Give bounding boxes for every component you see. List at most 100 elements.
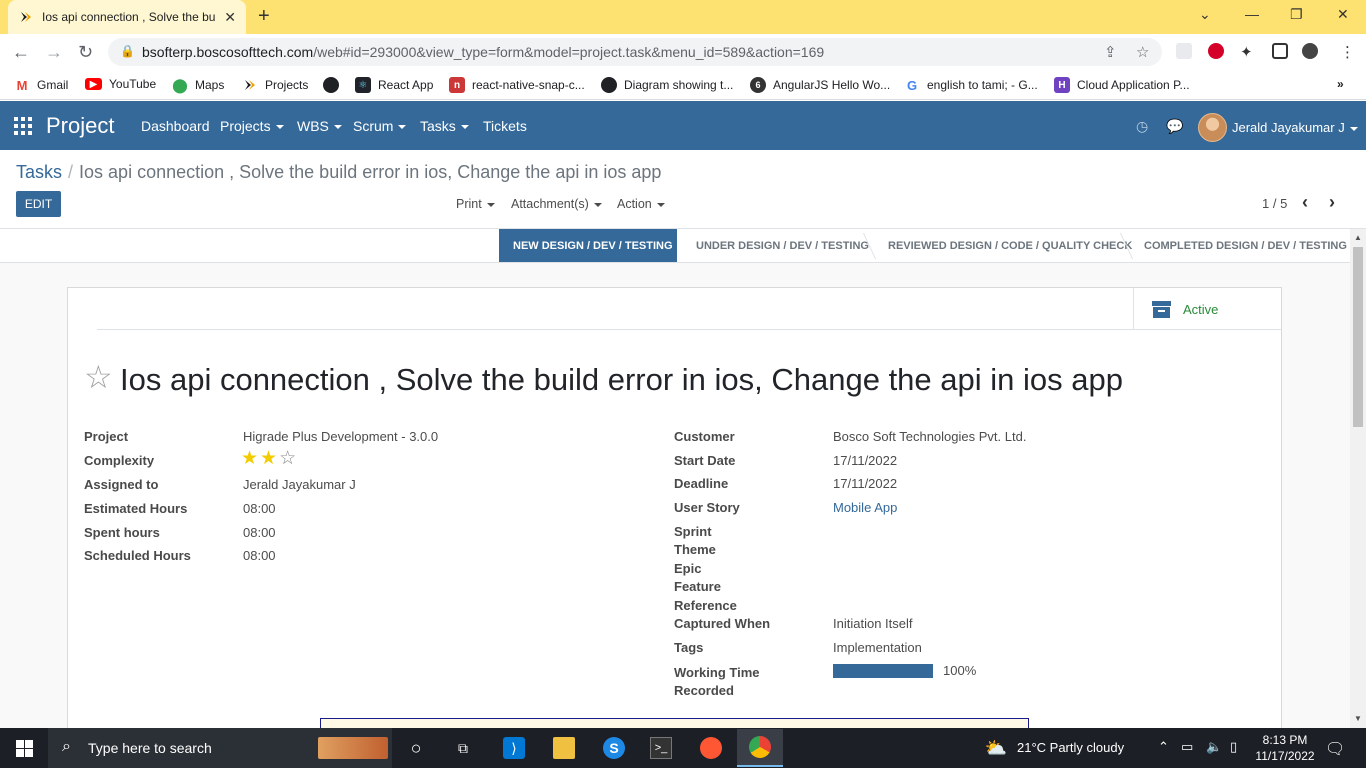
pager-previous-icon[interactable]: ‹ (1302, 192, 1308, 213)
bookmark-label: Projects (265, 78, 309, 92)
breadcrumb-separator: / (68, 162, 74, 182)
bookmark-diagram[interactable]: Diagram showing t... (601, 77, 733, 93)
working-time-percent: 100% (943, 663, 977, 678)
tray-chevron-icon[interactable]: ⌃ (1158, 739, 1169, 755)
pager-value[interactable]: 1 / 5 (1262, 196, 1287, 211)
theme-label: Theme (674, 542, 716, 557)
reload-icon[interactable]: ↻ (78, 42, 93, 63)
action-label: Action (617, 197, 652, 211)
address-bar[interactable]: 🔒 bsofterp.boscosofttech.com/web#id=2930… (108, 38, 1162, 66)
pager-next-icon[interactable]: › (1329, 192, 1335, 213)
bookmark-star-icon[interactable]: ☆ (1136, 43, 1149, 61)
print-dropdown[interactable]: Print (456, 197, 495, 211)
bookmark-react-app[interactable]: ⚛ React App (355, 77, 433, 93)
menu-dashboard[interactable]: Dashboard (141, 118, 210, 134)
odoo-favicon-icon (18, 9, 34, 25)
scroll-thumb[interactable] (1353, 247, 1363, 427)
menu-projects[interactable]: Projects (220, 118, 284, 134)
network-icon[interactable]: ▭ (1181, 739, 1193, 755)
control-panel: Tasks / Ios api connection , Solve the bui… (0, 150, 1366, 229)
menu-scrum[interactable]: Scrum (353, 118, 407, 134)
extensions-puzzle-icon[interactable]: ✦ (1240, 43, 1253, 61)
stage-completed-design[interactable]: COMPLETED DESIGN / DEV / TESTING (1144, 229, 1347, 262)
share-icon[interactable]: ⇪ (1104, 43, 1117, 61)
stage-under-design[interactable]: UNDER DESIGN / DEV / TESTING (696, 229, 869, 262)
bookmark-react-native-snap[interactable]: n react-native-snap-c... (449, 77, 585, 93)
task-view-icon[interactable]: ⧉ (452, 737, 474, 759)
scroll-up-icon[interactable]: ▲ (1354, 233, 1362, 242)
skype-icon[interactable]: S (603, 737, 625, 759)
terminal-icon[interactable]: >_ (650, 737, 672, 759)
stage-reviewed-design[interactable]: REVIEWED DESIGN / CODE / QUALITY CHECK (888, 229, 1132, 262)
google-icon: G (906, 77, 918, 93)
stage-new-design[interactable]: NEW DESIGN / DEV / TESTING (499, 229, 677, 262)
active-toggle-button[interactable]: Active (1133, 288, 1281, 330)
menu-label: Scrum (353, 118, 394, 134)
user-menu[interactable]: Jerald Jayakumar J (1232, 120, 1358, 135)
weather-text[interactable]: 21°C Partly cloudy (1017, 740, 1124, 755)
back-icon[interactable]: ← (12, 42, 30, 63)
heroku-icon: H (1054, 77, 1070, 93)
complexity-stars[interactable]: ★★☆ (241, 449, 298, 468)
bookmark-angularjs[interactable]: 6 AngularJS Hello Wo... (750, 77, 890, 93)
maximize-icon[interactable]: ❐ (1290, 6, 1303, 23)
stage-label: COMPLETED DESIGN / DEV / TESTING (1144, 239, 1347, 252)
bookmark-cloud-app[interactable]: H Cloud Application P... (1054, 77, 1190, 93)
globe-icon (323, 77, 339, 93)
menu-wbs[interactable]: WBS (297, 118, 342, 134)
minimize-icon[interactable]: — (1245, 6, 1259, 22)
extension-icon[interactable] (1176, 43, 1192, 59)
bookmark-youtube[interactable]: ▶ YouTube (85, 77, 156, 91)
star-filled-icon[interactable]: ★ (241, 448, 260, 469)
breadcrumb-tasks-link[interactable]: Tasks (16, 162, 62, 182)
windows-start-icon[interactable] (16, 740, 33, 757)
forward-icon[interactable]: → (45, 42, 63, 63)
bookmark-projects[interactable]: Projects (242, 77, 308, 93)
browser-menu-icon[interactable]: ⋮ (1340, 43, 1355, 61)
file-explorer-icon[interactable] (553, 737, 575, 759)
edit-button[interactable]: EDIT (16, 191, 61, 217)
activity-clock-icon[interactable]: ◷ (1136, 118, 1148, 135)
priority-star-icon[interactable]: ☆ (84, 361, 113, 393)
browser-tab[interactable]: Ios api connection , Solve the bu ✕ (8, 0, 246, 34)
page-scrollbar[interactable]: ▲ ▼ (1350, 229, 1366, 728)
bookmark-gmail[interactable]: M Gmail (14, 77, 69, 93)
tab-search-icon[interactable]: ⌄ (1199, 6, 1211, 23)
app-brand[interactable]: Project (46, 113, 114, 139)
star-empty-icon[interactable]: ☆ (279, 448, 298, 469)
notifications-icon[interactable]: 🗨 (1325, 739, 1345, 759)
profile-icon[interactable] (1302, 43, 1318, 59)
taskbar-clock[interactable]: 8:13 PM 11/17/2022 (1250, 732, 1320, 764)
cortana-icon[interactable]: ○ (405, 737, 427, 759)
estimated-hours-label: Estimated Hours (84, 501, 188, 516)
more-bookmarks-icon[interactable]: » (1337, 77, 1344, 91)
attachments-dropdown[interactable]: Attachment(s) (511, 197, 602, 211)
apps-menu-icon[interactable] (14, 117, 32, 135)
action-dropdown[interactable]: Action (617, 197, 665, 211)
close-window-icon[interactable]: ✕ (1337, 6, 1349, 23)
star-filled-icon[interactable]: ★ (260, 448, 279, 469)
stage-label: UNDER DESIGN / DEV / TESTING (696, 239, 869, 252)
bookmark-maps[interactable]: ⬤ Maps (172, 77, 224, 93)
weather-partly-cloudy-icon[interactable]: ⛅ (985, 737, 1007, 759)
vscode-icon[interactable]: ⟩ (503, 737, 525, 759)
new-tab-icon[interactable]: + (258, 5, 270, 28)
working-time-progress-bar (833, 664, 933, 678)
battery-icon[interactable]: ▯ (1230, 739, 1237, 755)
chrome-taskbar-button[interactable] (737, 729, 783, 767)
volume-icon[interactable]: 🔈 (1206, 739, 1222, 755)
avatar[interactable] (1198, 113, 1227, 142)
bookmark-globe[interactable] (323, 77, 346, 93)
postman-icon[interactable] (700, 737, 722, 759)
user-story-link[interactable]: Mobile App (833, 500, 897, 515)
scroll-down-icon[interactable]: ▼ (1354, 714, 1362, 723)
adblock-icon[interactable] (1208, 43, 1224, 59)
close-tab-icon[interactable]: ✕ (224, 9, 236, 26)
messaging-chat-icon[interactable]: 💬 (1166, 118, 1183, 135)
bookmark-label: Maps (195, 78, 225, 92)
menu-tasks[interactable]: Tasks (420, 118, 469, 134)
menu-tickets[interactable]: Tickets (483, 118, 527, 134)
description-box[interactable] (320, 718, 1029, 728)
bookmark-translate[interactable]: Genglish to tami; - G... (904, 77, 1038, 93)
side-panel-icon[interactable] (1272, 43, 1288, 59)
